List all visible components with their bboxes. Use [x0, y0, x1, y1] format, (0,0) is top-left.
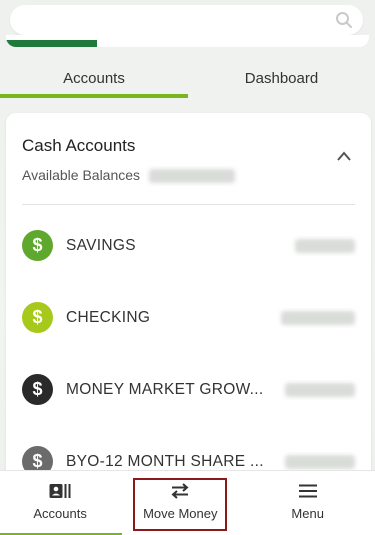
total-balance-masked: [149, 169, 235, 183]
account-name: SAVINGS: [66, 237, 136, 254]
account-name: MONEY MARKET GROW...: [66, 381, 264, 398]
account-name: CHECKING: [66, 309, 151, 326]
card-divider: [22, 204, 355, 205]
nav-menu[interactable]: Menu: [240, 471, 375, 535]
dollar-icon: $: [22, 230, 53, 261]
nav-menu-label: Menu: [291, 506, 324, 521]
card-title: Cash Accounts: [22, 136, 136, 155]
tab-accounts-label: Accounts: [63, 69, 125, 87]
accounts-icon: [49, 484, 71, 498]
tab-dashboard-label: Dashboard: [244, 69, 319, 87]
cash-accounts-card: Cash Accounts Available Balances $ SAVIN…: [6, 113, 371, 513]
hamburger-menu-icon: [298, 484, 317, 498]
account-balance-masked: [285, 383, 355, 397]
account-row-checking[interactable]: $ CHECKING: [22, 301, 355, 335]
nav-move-money[interactable]: Move Money: [133, 478, 228, 531]
search-bar[interactable]: [10, 5, 363, 35]
nav-move-money-label: Move Money: [143, 506, 218, 521]
dollar-icon: $: [22, 374, 53, 405]
account-balance-masked: [295, 239, 355, 253]
tab-dashboard[interactable]: Dashboard: [188, 58, 375, 98]
account-row-savings[interactable]: $ SAVINGS: [22, 229, 355, 263]
account-name: BYO-12 MONTH SHARE ...: [66, 453, 264, 470]
account-balance-masked: [285, 455, 355, 469]
onboarding-progress: [6, 35, 369, 47]
transfer-arrows-icon: [171, 483, 189, 499]
search-icon[interactable]: [335, 11, 353, 29]
account-row-money-market[interactable]: $ MONEY MARKET GROW...: [22, 373, 355, 407]
chevron-up-icon[interactable]: [337, 151, 351, 161]
card-subtitle: Available Balances: [22, 167, 141, 183]
account-balance-masked: [281, 311, 355, 325]
bottom-navigation: Accounts Move Money Menu: [0, 470, 375, 535]
nav-accounts-label: Accounts: [33, 506, 87, 521]
tab-accounts[interactable]: Accounts: [0, 58, 188, 98]
account-tabs: Accounts Dashboard: [0, 58, 375, 98]
dollar-icon: $: [22, 302, 53, 333]
nav-accounts[interactable]: Accounts: [0, 471, 123, 535]
onboarding-progress-fill: [6, 40, 97, 47]
